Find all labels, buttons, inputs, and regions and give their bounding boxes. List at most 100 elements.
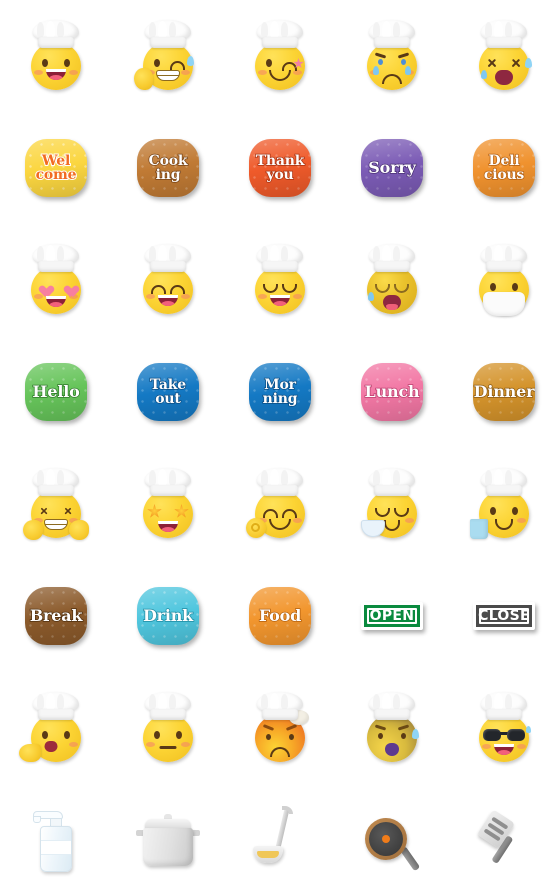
sticker-cell[interactable]: Dinner — [448, 336, 560, 448]
sticker-cell[interactable]: Cook ing — [112, 112, 224, 224]
bowl-icon — [361, 520, 385, 537]
chef-hat-icon — [33, 692, 79, 722]
sticker-cell[interactable]: Deli cious — [448, 112, 560, 224]
chef-smile-open-mouth-icon[interactable]: chef smiling with open mouth — [20, 20, 92, 92]
sticker-cell[interactable]: Mor ning — [224, 336, 336, 448]
hand-sanitizer-bottle-icon[interactable]: hand sanitizer bottle — [21, 804, 91, 876]
chef-hat-icon — [481, 244, 527, 274]
fist-hand-icon — [69, 520, 89, 540]
badge-hello[interactable]: Hello — [25, 363, 87, 421]
sticker-cell[interactable]: chef angry with steam — [224, 672, 336, 784]
sticker-cell[interactable]: chef wearing face mask — [448, 224, 560, 336]
sticker-cell[interactable]: chef with neutral face — [112, 672, 224, 784]
sticker-cell[interactable]: cooking pot with lid — [112, 784, 224, 896]
sticker-cell[interactable]: chef wearing sunglasses — [448, 672, 560, 784]
chef-weary-crying-icon[interactable]: chef weary and crying — [356, 244, 428, 316]
badge-lunch[interactable]: Lunch — [361, 363, 423, 421]
chef-excited-fists-icon[interactable]: chef excited with fists — [20, 468, 92, 540]
badge-welcome[interactable]: Wel come — [25, 139, 87, 197]
sticker-cell[interactable]: soup ladle — [224, 784, 336, 896]
sticker-cell[interactable]: chef sad with tears — [336, 0, 448, 112]
badge-dinner[interactable]: Dinner — [473, 363, 535, 421]
sticker-cell[interactable]: chef relaxed smiling — [224, 224, 336, 336]
badge-cooking[interactable]: Cook ing — [137, 139, 199, 197]
chef-dizzy-x-eyes-icon[interactable]: chef dizzy with x eyes — [468, 20, 540, 92]
sticker-cell[interactable]: chef holding drink cup — [448, 448, 560, 560]
sticker-cell[interactable]: chef dizzy with x eyes — [448, 0, 560, 112]
chef-face-mask-icon[interactable]: chef wearing face mask — [468, 244, 540, 316]
waving-hand-icon — [19, 744, 41, 762]
sign-open[interactable]: OPEN — [361, 602, 423, 630]
chef-hat-icon — [33, 244, 79, 274]
badge-food[interactable]: Food — [249, 587, 311, 645]
chef-hat-icon — [33, 468, 79, 498]
sticker-cell[interactable]: Lunch — [336, 336, 448, 448]
chef-waving-talking-icon[interactable]: chef waving and talking — [19, 692, 92, 764]
chef-holding-cup-icon[interactable]: chef holding drink cup — [468, 468, 540, 540]
sweat-drop-icon — [187, 56, 194, 66]
sign-close[interactable]: CLOSE — [473, 602, 535, 630]
sticker-cell[interactable]: chef smiling with open mouth — [0, 0, 112, 112]
sticker-cell[interactable]: OPEN — [336, 560, 448, 672]
chef-hat-icon — [145, 20, 191, 50]
sticker-cell[interactable]: Drink — [112, 560, 224, 672]
badge-delicious[interactable]: Deli cious — [473, 139, 535, 197]
sticker-cell[interactable]: chef excited with fists — [0, 448, 112, 560]
chef-relaxed-smile-icon[interactable]: chef relaxed smiling — [244, 244, 316, 316]
chef-shocked-pale-icon[interactable]: chef shocked and pale — [356, 692, 428, 764]
chef-sunglasses-icon[interactable]: chef wearing sunglasses — [468, 692, 540, 764]
sticker-cell[interactable]: hand sanitizer bottle — [0, 784, 112, 896]
sticker-cell[interactable]: chef shocked and pale — [336, 672, 448, 784]
badge-thank-you[interactable]: Thank you — [249, 139, 311, 197]
badge-drink[interactable]: Drink — [137, 587, 199, 645]
chef-angry-steam-icon[interactable]: chef angry with steam — [244, 692, 316, 764]
chef-star-eyes-icon[interactable]: chef with star struck eyes — [132, 468, 204, 540]
sticker-cell[interactable]: chef making ok hand sign — [224, 448, 336, 560]
x-eye-icon — [487, 58, 497, 68]
chef-hat-icon — [145, 468, 191, 498]
badge-label: Sorry — [368, 158, 417, 177]
cooking-pot-icon[interactable]: cooking pot with lid — [133, 804, 203, 876]
chef-hat-icon — [257, 692, 303, 722]
chef-wink-thumbs-up-icon[interactable]: chef winking with thumbs up — [132, 20, 204, 92]
badge-takeout[interactable]: Take out — [137, 363, 199, 421]
chef-hat-icon — [257, 244, 303, 274]
chef-hat-icon — [145, 692, 191, 722]
sticker-cell[interactable]: chef winking with thumbs up — [112, 0, 224, 112]
badge-morning[interactable]: Mor ning — [249, 363, 311, 421]
sticker-cell[interactable]: Food — [224, 560, 336, 672]
sticker-cell[interactable]: chef grinning with closed eyes — [112, 224, 224, 336]
sticker-cell[interactable]: CLOSE — [448, 560, 560, 672]
sticker-cell[interactable]: Take out — [112, 336, 224, 448]
sticker-cell[interactable]: Thank you — [224, 112, 336, 224]
chef-hat-icon — [481, 692, 527, 722]
spatula-turner-icon[interactable]: spatula turner — [469, 804, 539, 876]
frying-pan-icon[interactable]: frying pan with egg — [357, 804, 427, 876]
badge-break[interactable]: Break — [25, 587, 87, 645]
sticker-cell[interactable]: chef with heart eyes — [0, 224, 112, 336]
sticker-cell[interactable]: chef waving and talking — [0, 672, 112, 784]
chef-sad-tears-icon[interactable]: chef sad with tears — [356, 20, 428, 92]
sign-label: CLOSE — [478, 608, 530, 624]
soup-ladle-icon[interactable]: soup ladle — [245, 804, 315, 876]
chef-wink-star-icon[interactable]: chef winking with star — [244, 20, 316, 92]
chef-happy-closed-eyes-icon[interactable]: chef grinning with closed eyes — [132, 244, 204, 316]
sticker-cell[interactable]: Wel come — [0, 112, 112, 224]
sticker-cell[interactable]: frying pan with egg — [336, 784, 448, 896]
sticker-cell[interactable]: Break — [0, 560, 112, 672]
sticker-cell[interactable]: Hello — [0, 336, 112, 448]
chef-ok-hand-icon[interactable]: chef making ok hand sign — [244, 468, 316, 540]
chef-eating-bowl-icon[interactable]: chef eating from bowl — [356, 468, 428, 540]
chef-neutral-icon[interactable]: chef with neutral face — [132, 692, 204, 764]
sticker-cell[interactable]: chef eating from bowl — [336, 448, 448, 560]
badge-sorry[interactable]: Sorry — [361, 139, 423, 197]
badge-label: Mor ning — [262, 377, 298, 407]
sticker-cell[interactable]: chef weary and crying — [336, 224, 448, 336]
chef-heart-eyes-icon[interactable]: chef with heart eyes — [20, 244, 92, 316]
sticker-cell[interactable]: chef with star struck eyes — [112, 448, 224, 560]
sticker-cell[interactable]: chef winking with star — [224, 0, 336, 112]
sticker-cell[interactable]: Sorry — [336, 112, 448, 224]
thumbs-up-hand-icon — [134, 68, 153, 90]
heart-eye-icon — [37, 281, 50, 293]
sticker-cell[interactable]: spatula turner — [448, 784, 560, 896]
